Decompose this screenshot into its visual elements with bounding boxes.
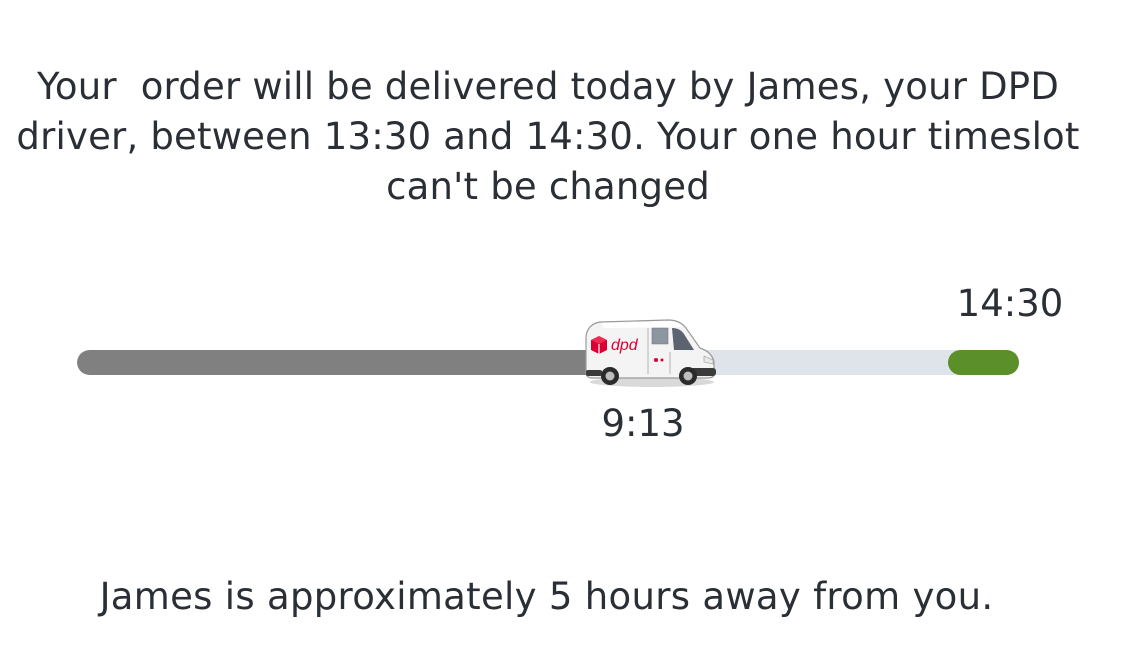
dpd-logo-text: dpd <box>611 337 639 354</box>
timeslot-end-time: 14:30 <box>956 282 1064 325</box>
delivery-timeslot-segment <box>948 350 1019 375</box>
progress-track <box>77 350 1019 375</box>
progress-fill <box>77 350 596 375</box>
dpd-van-icon: dpd <box>582 314 718 388</box>
delivery-message: Your order will be delivered today by Ja… <box>16 65 1092 208</box>
current-time-label: 9:13 <box>601 402 685 445</box>
driver-eta-text: James is approximately 5 hours away from… <box>99 575 994 618</box>
van-graphic: dpd <box>585 319 716 387</box>
